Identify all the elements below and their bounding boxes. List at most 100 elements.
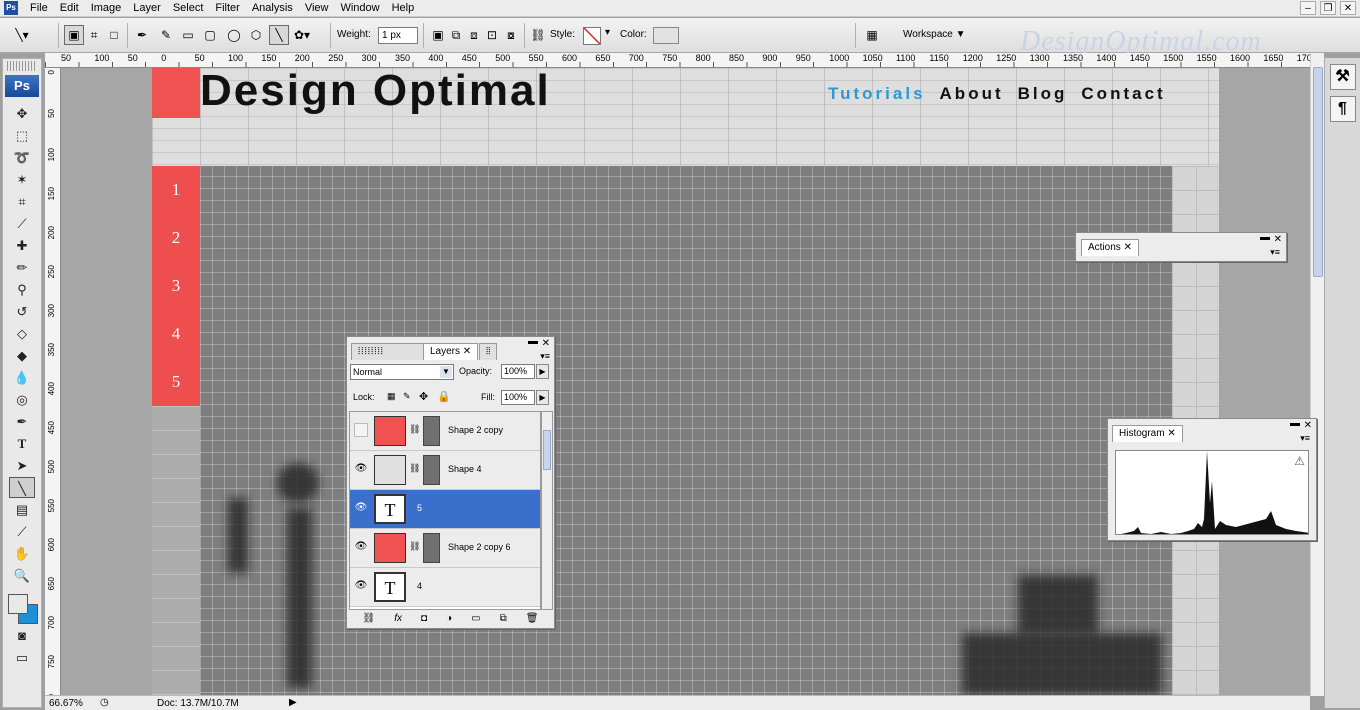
marquee-icon[interactable]: ⬚	[9, 125, 35, 146]
zoom-level[interactable]: 66.67%	[49, 698, 83, 709]
color-sampler-icon[interactable]: ⟋	[9, 521, 35, 542]
zoom-icon[interactable]: 🔍	[9, 565, 35, 586]
layer-scrollbar[interactable]	[541, 411, 553, 610]
tab-histogram[interactable]: Histogram ✕	[1112, 425, 1183, 442]
pasteboard[interactable]: Design Optimal Tutorials About Blog Cont…	[61, 68, 1313, 695]
new-layer-icon[interactable]: ⧉	[500, 613, 507, 624]
ellipse-icon[interactable]: ◯	[224, 25, 244, 45]
menu-edit[interactable]: Edit	[54, 0, 85, 17]
healing-brush-icon[interactable]: ✚	[9, 235, 35, 256]
toolbox-grip[interactable]	[7, 61, 37, 71]
minimize-icon[interactable]: ▬	[1260, 232, 1270, 243]
close-icon[interactable]: ✕	[463, 346, 471, 357]
collapsed-tab[interactable]: ⦙⦙	[479, 343, 498, 360]
menu-layer[interactable]: Layer	[127, 0, 167, 17]
menu-view[interactable]: View	[299, 0, 335, 17]
opacity-arrow-icon[interactable]: ▶	[536, 364, 549, 379]
foreground-color[interactable]	[8, 594, 28, 614]
close-icon[interactable]: ✕	[1340, 1, 1356, 15]
pen-tool-icon[interactable]: ✒	[132, 25, 152, 45]
screen-mode-icon[interactable]: ▭	[9, 647, 35, 668]
close-icon[interactable]: ✕	[1167, 428, 1175, 439]
close-icon[interactable]: ✕	[1304, 420, 1312, 431]
blend-mode-select[interactable]: Normal ▼	[350, 364, 454, 380]
menu-image[interactable]: Image	[85, 0, 128, 17]
type-icon[interactable]: T	[9, 433, 35, 454]
color-swatch[interactable]	[653, 27, 679, 44]
delete-layer-icon[interactable]: 🗑	[526, 613, 539, 624]
layer-row[interactable]: 👁 T 5	[350, 490, 540, 529]
tab-layers[interactable]: Layers ✕	[423, 343, 479, 360]
fill-arrow-icon[interactable]: ▶	[536, 390, 549, 405]
hand-icon[interactable]: ✋	[9, 543, 35, 564]
layer-row[interactable]: 👁 T 4	[350, 568, 540, 607]
eye-icon[interactable]: 👁	[354, 540, 368, 554]
minimize-icon[interactable]: ‒	[1300, 1, 1316, 15]
vertical-scrollbar[interactable]	[1310, 53, 1324, 696]
lock-image-icon[interactable]: ✎	[403, 391, 411, 402]
close-icon[interactable]: ✕	[1274, 234, 1282, 245]
blur-icon[interactable]: 💧	[9, 367, 35, 388]
quick-mask-icon[interactable]: ◙	[9, 625, 35, 646]
rectangle-icon[interactable]: ▭	[178, 25, 198, 45]
restore-icon[interactable]: ❐	[1320, 1, 1336, 15]
minimize-icon[interactable]: ▬	[528, 336, 538, 347]
line-icon[interactable]: ╲	[9, 477, 35, 498]
menu-file[interactable]: File	[24, 0, 54, 17]
panel-menu-icon[interactable]: ▾≡	[1300, 433, 1310, 444]
tools-dock-icon[interactable]: ⚒	[1329, 64, 1356, 90]
path-selection-icon[interactable]: ➤	[9, 455, 35, 476]
warning-icon[interactable]: ⚠	[1294, 454, 1305, 468]
subtract-shape-area-icon[interactable]: ⧈	[464, 25, 484, 45]
polygon-icon[interactable]: ⬡	[246, 25, 266, 45]
lock-all-icon[interactable]: 🔒	[437, 390, 451, 403]
new-shape-layer-icon[interactable]: ▣	[428, 25, 448, 45]
weight-input[interactable]: 1 px	[378, 27, 418, 44]
eye-icon[interactable]: 👁	[354, 462, 368, 476]
link-layers-icon[interactable]: ⛓	[363, 613, 376, 624]
layer-style-icon[interactable]: fx	[394, 613, 402, 624]
status-menu-icon[interactable]: ◷	[100, 697, 109, 708]
eye-icon[interactable]: 👁	[354, 579, 368, 593]
adjustment-layer-icon[interactable]: ◑	[446, 613, 452, 624]
lock-transparent-icon[interactable]: ▦	[387, 391, 396, 402]
tab-actions[interactable]: Actions ✕	[1081, 239, 1139, 256]
exclude-shape-area-icon[interactable]: ⧇	[501, 25, 521, 45]
scroll-thumb[interactable]	[1313, 67, 1323, 277]
minimize-icon[interactable]: ▬	[1290, 418, 1300, 429]
close-icon[interactable]: ✕	[1124, 242, 1132, 253]
paths-icon[interactable]: ⌗	[84, 25, 104, 45]
custom-shape-icon[interactable]: ✿▾	[292, 25, 312, 45]
tool-preset-line-icon[interactable]: ╲▾	[12, 25, 32, 45]
visibility-toggle[interactable]: ·	[354, 423, 368, 437]
brush-icon[interactable]: ✏	[9, 257, 35, 278]
menu-window[interactable]: Window	[334, 0, 385, 17]
paint-bucket-icon[interactable]: ◆	[9, 345, 35, 366]
new-group-icon[interactable]: ▭	[471, 613, 480, 624]
eyedropper-icon[interactable]: ⟋	[9, 213, 35, 234]
style-swatch[interactable]	[583, 27, 601, 45]
crop-icon[interactable]: ⌗	[9, 191, 35, 212]
line-icon[interactable]: ╲	[269, 25, 289, 45]
add-mask-icon[interactable]: ◘	[421, 613, 427, 624]
fill-pixels-icon[interactable]: □	[104, 25, 124, 45]
menu-analysis[interactable]: Analysis	[246, 0, 299, 17]
toolbox-logo[interactable]: Ps	[5, 75, 39, 97]
menu-filter[interactable]: Filter	[209, 0, 245, 17]
status-arrow-icon[interactable]: ▶	[289, 697, 297, 708]
opacity-input[interactable]: 100%	[501, 364, 535, 379]
rounded-rectangle-icon[interactable]: ▢	[200, 25, 220, 45]
lock-position-icon[interactable]: ✥	[419, 390, 428, 403]
history-brush-icon[interactable]: ↺	[9, 301, 35, 322]
move-icon[interactable]: ✥	[9, 103, 35, 124]
paragraph-icon[interactable]: ¶	[1329, 96, 1356, 122]
eye-icon[interactable]: 👁	[354, 501, 368, 515]
intersect-shape-area-icon[interactable]: ⊡	[482, 25, 502, 45]
link-icon[interactable]: ⛓	[528, 25, 548, 45]
lasso-icon[interactable]: ➰	[9, 147, 35, 168]
magic-wand-icon[interactable]: ✶	[9, 169, 35, 190]
add-shape-area-icon[interactable]: ⧉	[446, 25, 466, 45]
scroll-thumb[interactable]	[543, 430, 551, 470]
document-canvas[interactable]: Design Optimal Tutorials About Blog Cont…	[152, 68, 1219, 695]
panel-menu-icon[interactable]: ▾≡	[540, 351, 550, 362]
